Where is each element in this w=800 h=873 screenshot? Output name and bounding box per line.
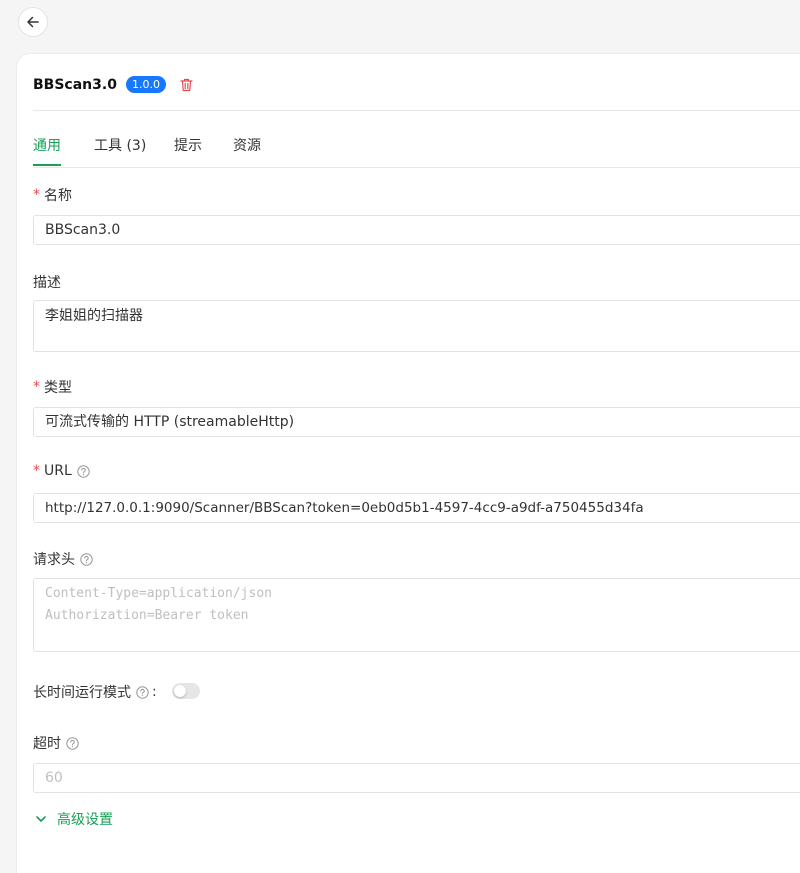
name-label-text: 名称 <box>44 188 72 204</box>
arrow-left-icon <box>27 16 39 28</box>
question-circle-icon <box>77 464 90 478</box>
headers-placeholder-line: Authorization=Bearer token <box>45 608 249 623</box>
long-running-toggle[interactable] <box>172 683 200 699</box>
required-mark: * <box>33 187 40 203</box>
headers-help-button[interactable] <box>80 552 93 566</box>
tab-general[interactable]: 通用 <box>33 135 61 166</box>
server-settings-card: BBScan3.0 1.0.0 通用 工具 (3) 提示 资源 * 名称 BBS… <box>16 53 800 873</box>
type-label-text: 类型 <box>44 380 72 396</box>
timeout-help-button[interactable] <box>66 736 79 750</box>
headers-placeholder-line: Content-Type=application/json <box>45 586 272 601</box>
tab-prompts[interactable]: 提示 <box>174 135 202 165</box>
type-label: * 类型 <box>33 377 72 397</box>
question-circle-icon <box>80 552 93 566</box>
timeout-label: 超时 <box>33 733 79 753</box>
name-label: * 名称 <box>33 185 72 205</box>
long-running-label: 长时间运行模式 : <box>33 682 157 702</box>
question-circle-icon <box>136 685 149 699</box>
required-mark: * <box>33 463 40 479</box>
headers-textarea[interactable]: Content-Type=application/json Authorizat… <box>33 578 800 652</box>
version-badge: 1.0.0 <box>125 76 166 93</box>
name-input[interactable]: BBScan3.0 <box>33 215 800 245</box>
long-running-help-button[interactable] <box>136 685 149 699</box>
tab-resources[interactable]: 资源 <box>233 135 261 165</box>
timeout-label-text: 超时 <box>33 736 61 752</box>
url-input[interactable]: http://127.0.0.1:9090/Scanner/BBScan?tok… <box>33 493 800 523</box>
description-label: 描述 <box>33 272 61 292</box>
delete-button[interactable] <box>180 78 193 92</box>
long-running-label-text: 长时间运行模式 <box>33 685 131 701</box>
long-running-colon: : <box>152 684 157 700</box>
description-label-text: 描述 <box>33 275 61 291</box>
headers-label-text: 请求头 <box>33 552 75 568</box>
tab-tools[interactable]: 工具 (3) <box>94 135 146 165</box>
headers-label: 请求头 <box>33 549 93 569</box>
url-help-button[interactable] <box>77 464 90 478</box>
toggle-knob <box>174 685 186 697</box>
description-textarea[interactable]: 李姐姐的扫描器 <box>33 300 800 352</box>
chevron-down-icon <box>36 816 46 822</box>
trash-icon <box>180 78 193 91</box>
back-button[interactable] <box>18 7 48 37</box>
question-circle-icon <box>66 736 79 750</box>
tab-bar: 通用 工具 (3) 提示 资源 <box>33 128 800 168</box>
server-title: BBScan3.0 <box>33 76 117 93</box>
timeout-input[interactable]: 60 <box>33 763 800 793</box>
advanced-settings-toggle[interactable]: 高级设置 <box>35 809 113 829</box>
url-label-text: URL <box>44 463 72 479</box>
card-header: BBScan3.0 1.0.0 <box>33 76 193 93</box>
required-mark: * <box>33 379 40 395</box>
header-divider <box>33 110 800 111</box>
advanced-settings-label: 高级设置 <box>57 812 113 828</box>
type-select[interactable]: 可流式传输的 HTTP (streamableHttp) <box>33 407 800 437</box>
url-label: * URL <box>33 463 90 479</box>
